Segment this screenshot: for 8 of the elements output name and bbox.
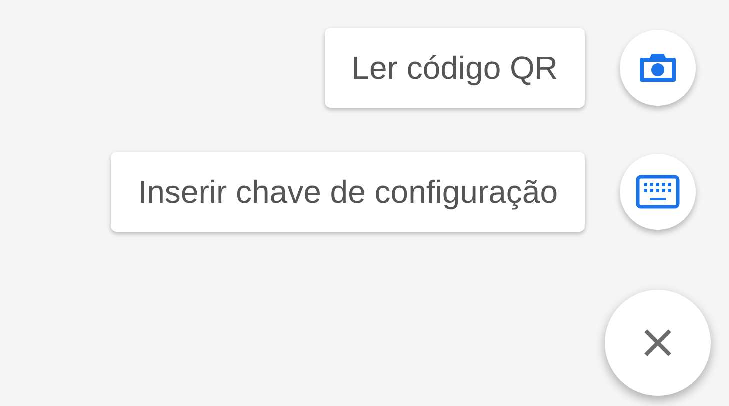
mini-action-button[interactable] — [620, 30, 696, 106]
action-label[interactable]: Inserir chave de configuração — [111, 152, 585, 232]
close-button[interactable] — [605, 290, 711, 396]
close-icon — [643, 328, 673, 358]
keyboard-icon — [636, 175, 680, 209]
camera-icon — [639, 52, 677, 84]
action-label[interactable]: Ler código QR — [324, 28, 585, 108]
mini-action-button[interactable] — [620, 154, 696, 230]
